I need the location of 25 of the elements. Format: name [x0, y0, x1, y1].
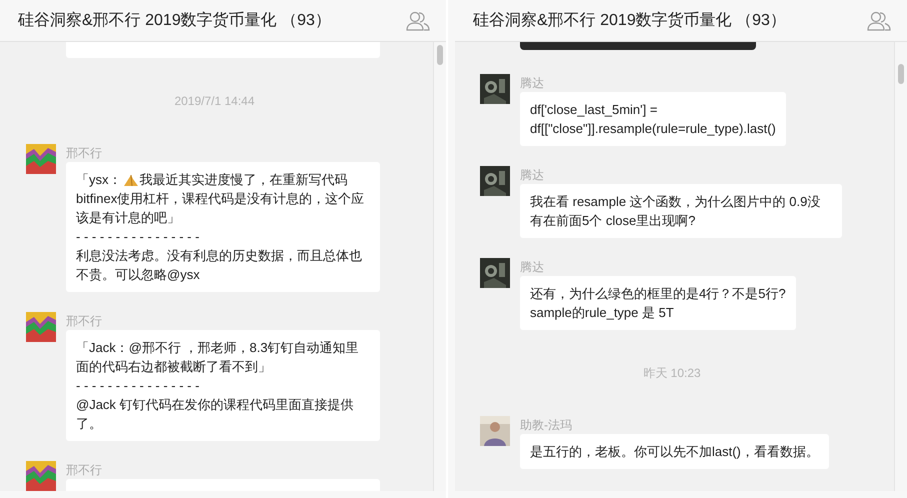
message-text: 我最近其实进度慢了，在重新写代码	[140, 171, 348, 189]
chat-title: 硅谷洞察&邢不行 2019数字货币量化 （93）	[473, 10, 786, 31]
message-text: df['close_last_5min'] =	[530, 101, 658, 119]
sender-name: 助教-法玛	[520, 417, 572, 434]
timestamp: 昨天 10:23	[643, 364, 701, 382]
message-text: @Jack 钉钉代码在发你的课程代码里面直接提供了。	[76, 396, 355, 433]
sender-name: 腾达	[520, 75, 544, 92]
message-text: sample的rule_type 是 5T	[530, 304, 675, 322]
chat-title: 硅谷洞察&邢不行 2019数字货币量化 （93）	[18, 10, 331, 31]
sender-name: 腾达	[520, 259, 544, 276]
message-text: 利息没法考虑。没有利息的历史数据，而且总体也不贵。可以忽略@ysx	[76, 247, 363, 284]
sender-name: 邢不行	[66, 313, 102, 330]
message-text: - - - - - - - - - - - - - - - -	[76, 377, 200, 395]
message-text: 「Jack：@邢不行 ，邢老师，8.3钉钉自动通知里面的代码右边都被截断了看不到」	[76, 339, 360, 376]
message-text: df[["close"]].resample(rule=rule_type).last()	[530, 120, 776, 138]
message-text: bitfinex使用杠杆，课程代码是没有计息的，这个应该是有计息的吧」	[76, 190, 366, 227]
message-text: - - - - - - - - - - - - - - - -	[76, 228, 200, 246]
message-text: 是五行的，老板。你可以先不加last()，看看数据。	[530, 443, 819, 461]
message-text: 我在看 resample 这个函数，为什么图片中的 0.9没有在前面5个 close里出现啊?	[530, 193, 822, 230]
sender-name: 腾达	[520, 167, 544, 184]
message-text: 「ysx：	[76, 171, 122, 189]
message-text: 还有，为什么绿色的框里的是4行？不是5行?	[530, 285, 786, 303]
timestamp: 2019/7/1 14:44	[174, 94, 255, 108]
sender-name: 邢不行	[66, 145, 102, 162]
sender-name: 邢不行	[66, 462, 102, 479]
